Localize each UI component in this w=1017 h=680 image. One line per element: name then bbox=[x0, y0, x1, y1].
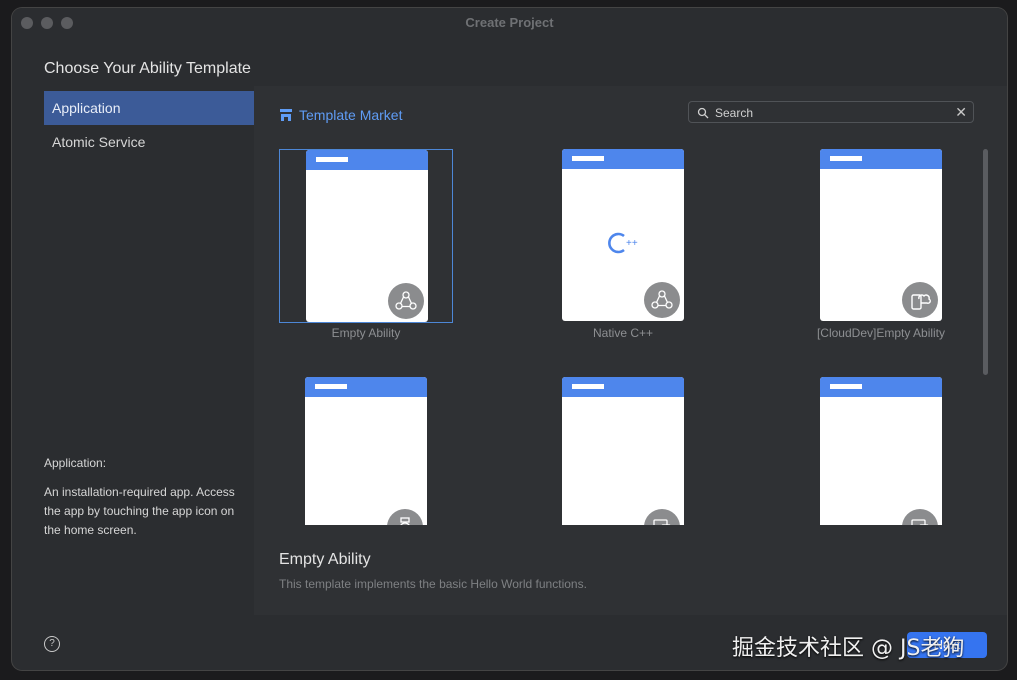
template-name: [CloudDev]Empty Ability bbox=[816, 326, 946, 340]
template-card-native-cpp[interactable]: ++ bbox=[536, 149, 710, 323]
preview-header bbox=[820, 149, 942, 169]
selected-template-title: Empty Ability bbox=[279, 551, 371, 568]
triangle-nodes-icon bbox=[388, 283, 424, 319]
cloud-device-icon bbox=[902, 282, 938, 318]
sidebar-item-atomic-service[interactable]: Atomic Service bbox=[44, 125, 254, 159]
template-card[interactable] bbox=[794, 377, 968, 525]
template-name: Native C++ bbox=[592, 326, 654, 340]
description-title: Application: bbox=[44, 456, 107, 470]
template-preview bbox=[562, 377, 684, 525]
template-panel: Template Market ✕ Empty Ability bbox=[254, 86, 1007, 615]
template-card[interactable] bbox=[279, 377, 453, 525]
preview-header bbox=[305, 377, 427, 397]
window-title: Create Project bbox=[465, 15, 554, 30]
preview-header bbox=[562, 149, 684, 169]
template-card-clouddev-empty-ability[interactable] bbox=[794, 149, 968, 323]
watermark: 掘金技术社区 @ JS老狗 bbox=[732, 636, 965, 661]
svg-text:++: ++ bbox=[626, 238, 638, 249]
help-icon[interactable]: ? bbox=[44, 636, 60, 652]
template-grid: Empty Ability ++ Native C++ [CloudDev]Em… bbox=[254, 86, 969, 525]
triangle-nodes-icon bbox=[644, 282, 680, 318]
selected-template-description: This template implements the basic Hello… bbox=[279, 577, 587, 591]
cpp-logo-icon: ++ bbox=[607, 230, 643, 261]
template-preview bbox=[820, 377, 942, 525]
sidebar-item-application[interactable]: Application bbox=[44, 91, 254, 125]
template-card[interactable] bbox=[536, 377, 710, 525]
template-name: Empty Ability bbox=[331, 326, 401, 340]
preview-header bbox=[820, 377, 942, 397]
page-heading: Choose Your Ability Template bbox=[44, 60, 251, 77]
title-bar: Create Project bbox=[12, 8, 1007, 36]
template-preview bbox=[305, 377, 427, 525]
template-card-empty-ability[interactable] bbox=[279, 149, 453, 323]
description-body: An installation-required app. Access the… bbox=[44, 485, 235, 537]
preview-header bbox=[562, 377, 684, 397]
template-scrollbar[interactable] bbox=[983, 149, 988, 375]
create-project-window: Create Project Choose Your Ability Templ… bbox=[12, 8, 1007, 670]
preview-header bbox=[306, 150, 428, 170]
